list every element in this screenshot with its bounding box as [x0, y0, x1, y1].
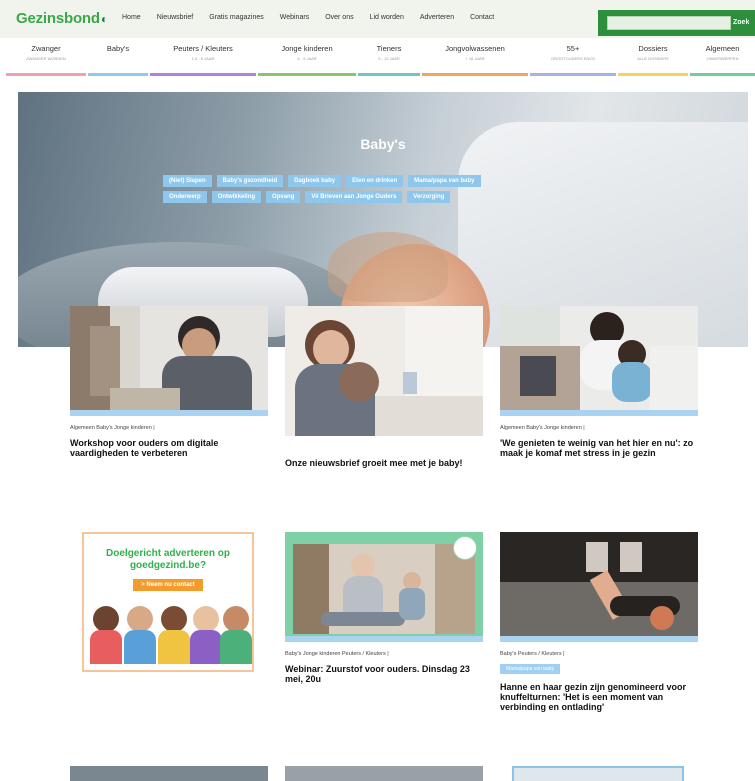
article-title[interactable]: Workshop voor ouders om digitale vaardig…	[70, 438, 268, 458]
category-color-bar	[530, 73, 616, 76]
hero-title: Baby's	[360, 136, 406, 152]
article-card[interactable]: Algemeen Baby's Jonge kinderen | 'We gen…	[500, 306, 698, 458]
card-accent-line	[285, 636, 483, 642]
tag-ontwikkeling[interactable]: Ontwikkeling	[211, 191, 262, 203]
article-image-partial[interactable]	[285, 766, 483, 781]
article-title[interactable]: Onze nieuwsbrief groeit mee met je baby!	[285, 458, 483, 468]
tag-dagboek-baby[interactable]: Dagboek baby	[288, 175, 342, 187]
article-image[interactable]	[70, 306, 268, 410]
gezinsbond-logo[interactable]: Gezinsbond◐	[16, 10, 108, 27]
article-image[interactable]	[285, 532, 483, 636]
article-card[interactable]: Baby's Peuters / Kleuters | Mama/papa va…	[500, 532, 698, 712]
topnav-advertise[interactable]: Adverteren	[420, 14, 454, 21]
category-peuters-kleuters[interactable]: Peuters / Kleuters 1,5 - 6 JAAR	[150, 44, 256, 76]
topnav-newsletter[interactable]: Nieuwsbrief	[157, 14, 194, 21]
category-color-bar	[358, 73, 420, 76]
search-input[interactable]	[607, 16, 731, 30]
category-navigation: Zwanger ZWANGER WORDEN Baby's Peuters / K…	[0, 38, 755, 76]
article-card[interactable]: Algemeen Baby's Jonge kinderen | Worksho…	[70, 306, 268, 458]
category-55plus[interactable]: 55+ GROOTOUDERS ENZO	[530, 44, 616, 76]
article-categories[interactable]: Baby's Peuters / Kleuters |	[500, 651, 698, 657]
category-color-bar	[422, 73, 528, 76]
category-zwanger[interactable]: Zwanger ZWANGER WORDEN	[6, 44, 86, 76]
category-color-bar	[88, 73, 148, 76]
tag-eten-en-drinken[interactable]: Eten en drinken	[346, 175, 404, 187]
category-dossiers[interactable]: Dossiers ALLE DOSSIERS	[618, 44, 688, 76]
article-image[interactable]	[285, 306, 483, 436]
article-title[interactable]: Webinar: Zuurstof voor ouders. Dinsdag 2…	[285, 664, 483, 684]
ad-contact-button[interactable]: > Neem nu contact	[133, 579, 203, 591]
article-categories[interactable]: Algemeen Baby's Jonge kinderen |	[500, 425, 698, 431]
category-color-bar	[6, 73, 86, 76]
ad-kid-image	[90, 606, 122, 664]
category-color-bar	[618, 73, 688, 76]
article-categories[interactable]: Baby's Jonge kinderen Peuters / Kleuters…	[285, 651, 483, 657]
article-title[interactable]: 'We genieten te weinig van het hier en n…	[500, 438, 698, 458]
tag-babys-gezondheid[interactable]: Baby's gezondheid	[216, 175, 284, 187]
article-card[interactable]: Onze nieuwsbrief groeit mee met je baby!	[285, 306, 483, 468]
card-accent-line	[70, 410, 268, 416]
article-image[interactable]	[500, 306, 698, 410]
ad-kid-image	[220, 606, 252, 664]
category-jongvolwassenen[interactable]: Jongvolwassenen + 18 JAAR	[422, 44, 528, 76]
article-title[interactable]: Hanne en haar gezin zijn genomineerd voo…	[500, 682, 698, 712]
advertising-banner[interactable]: Doelgericht adverteren op goedgezind.be?…	[82, 532, 254, 672]
category-tieners[interactable]: Tieners 9 - 12 JAAR	[358, 44, 420, 76]
category-algemeen[interactable]: Algemeen ONDERWERPEN	[690, 44, 755, 76]
category-jonge-kinderen[interactable]: Jonge kinderen 6 - 9 JAAR	[258, 44, 356, 76]
topnav-membership[interactable]: Lid worden	[370, 14, 404, 21]
article-tag[interactable]: Mama/papa van baby	[500, 664, 561, 674]
article-categories[interactable]: Algemeen Baby's Jonge kinderen |	[70, 425, 268, 431]
top-navigation: Home Nieuwsbrief Gratis magazines Webina…	[122, 14, 510, 21]
tag-niet-slapen[interactable]: (Niet) Slapen	[163, 175, 212, 187]
topnav-home[interactable]: Home	[122, 14, 141, 21]
tag-mama-papa-van-baby[interactable]: Mama/papa van baby	[408, 175, 481, 187]
tag-opvang[interactable]: Opvang	[266, 191, 301, 203]
category-color-bar	[150, 73, 256, 76]
ad-kid-image	[158, 606, 190, 664]
ad-banner-partial[interactable]	[512, 766, 684, 781]
tag-onderwerp[interactable]: Onderwerp	[163, 191, 207, 203]
category-babys[interactable]: Baby's	[88, 44, 148, 76]
ad-headline: Doelgericht adverteren op goedgezind.be?	[106, 548, 230, 571]
tag-brieven-jonge-ouders[interactable]: Vii Brieven aan Jonge Ouders	[305, 191, 403, 203]
topnav-contact[interactable]: Contact	[470, 14, 494, 21]
topnav-webinars[interactable]: Webinars	[280, 14, 309, 21]
ad-kid-image	[124, 606, 156, 664]
article-image[interactable]	[500, 532, 698, 636]
category-color-bar	[690, 73, 755, 76]
topnav-about[interactable]: Over ons	[325, 14, 353, 21]
card-accent-line	[500, 636, 698, 642]
article-card[interactable]: Baby's Jonge kinderen Peuters / Kleuters…	[285, 532, 483, 684]
search-button[interactable]: Zoek	[733, 16, 755, 30]
tag-verzorging[interactable]: Verzorging	[407, 191, 451, 203]
card-accent-line	[500, 410, 698, 416]
article-image-partial[interactable]	[70, 766, 268, 781]
topnav-magazines[interactable]: Gratis magazines	[209, 14, 263, 21]
ad-kid-image	[190, 606, 222, 664]
hero-baby-hair	[328, 232, 448, 302]
top-bar: Gezinsbond◐ Home Nieuwsbrief Gratis maga…	[0, 0, 755, 38]
category-color-bar	[258, 73, 356, 76]
hero-tag-list: (Niet) Slapen Baby's gezondheid Dagboek …	[163, 175, 503, 203]
